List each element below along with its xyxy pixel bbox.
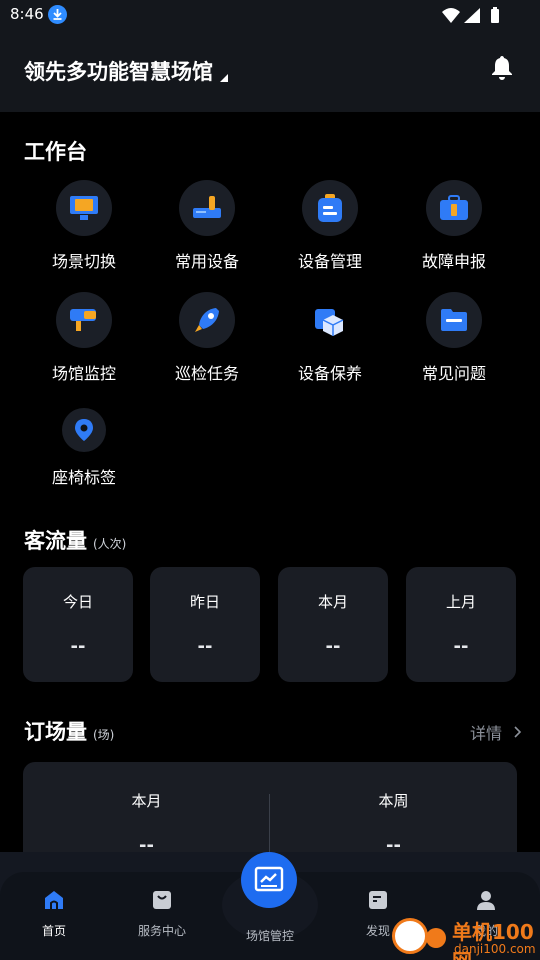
status-time: 8:46 (10, 5, 44, 23)
card-value: -- (453, 636, 469, 657)
maintenance-cube-icon (302, 292, 358, 348)
tool-label: 设备保养 (297, 364, 362, 383)
watermark-dot-icon (426, 928, 446, 948)
status-icons (440, 6, 510, 28)
tool-label: 常用设备 (174, 252, 239, 271)
traffic-card-today[interactable]: 今日 -- (23, 567, 133, 682)
tool-faq[interactable]: 常见问题 (399, 292, 509, 384)
card-value: -- (325, 636, 341, 657)
tool-label: 故障申报 (421, 252, 486, 271)
tool-label: 巡检任务 (174, 364, 239, 383)
bookings-this-month[interactable]: 本月 -- (23, 762, 270, 856)
scene-switch-icon (56, 180, 112, 236)
download-icon (48, 5, 67, 24)
inspection-rocket-icon (179, 292, 235, 348)
signal-icon (464, 8, 480, 23)
card-label: 昨日 (189, 593, 220, 611)
card-value: -- (70, 636, 86, 657)
traffic-unit: (人次) (93, 537, 127, 551)
wifi-icon (442, 8, 460, 23)
tool-label: 场景切换 (51, 252, 116, 271)
bag-icon (153, 891, 171, 909)
home-icon (45, 891, 63, 909)
traffic-card-last-month[interactable]: 上月 -- (406, 567, 516, 682)
bookings-title: 订场量 (场) (24, 716, 114, 746)
faq-folder-icon (426, 292, 482, 348)
watermark-url: danji100.com (454, 942, 536, 956)
tab-label: 场馆管控 (245, 929, 294, 943)
tab-label: 服务中心 (137, 924, 186, 938)
device-manage-icon (302, 180, 358, 236)
seat-pin-icon (62, 408, 106, 452)
status-bar: 8:46 (0, 0, 540, 30)
detail-label: 详情 (470, 724, 503, 743)
watermark-logo: 单机100网 danji100.com (392, 912, 540, 960)
profile-icon (477, 891, 495, 910)
tool-maintenance[interactable]: 设备保养 (275, 292, 385, 384)
card-label: 本月 (131, 792, 162, 810)
chevron-right-icon (514, 726, 522, 738)
traffic-card-this-month[interactable]: 本月 -- (278, 567, 388, 682)
venue-selector[interactable]: 领先多功能智慧场馆 (24, 56, 213, 86)
tab-label: 首页 (41, 924, 66, 938)
card-label: 今日 (62, 593, 93, 611)
venue-dropdown-caret-icon[interactable] (220, 74, 228, 82)
monitor-camera-icon (56, 292, 112, 348)
workbench-title: 工作台 (24, 140, 87, 164)
tab-service-center[interactable]: 服务中心 (108, 888, 216, 939)
card-label: 上月 (445, 593, 476, 611)
tool-common-device[interactable]: 常用设备 (152, 180, 262, 272)
bookings-this-week[interactable]: 本周 -- (270, 762, 517, 856)
venue-control-icon (254, 866, 284, 892)
bookings-detail-link[interactable]: 详情 (470, 720, 523, 744)
bookings-title-text: 订场量 (24, 720, 87, 744)
card-label: 本月 (317, 593, 348, 611)
common-device-icon (179, 180, 235, 236)
tool-inspection[interactable]: 巡检任务 (152, 292, 262, 384)
card-value: -- (197, 636, 213, 657)
tool-label: 座椅标签 (51, 468, 116, 487)
traffic-title: 客流量 (人次) (24, 525, 126, 555)
app-header: 领先多功能智慧场馆 (0, 30, 540, 112)
fault-report-icon (426, 180, 482, 236)
tool-fault-report[interactable]: 故障申报 (399, 180, 509, 272)
tab-home[interactable]: 首页 (0, 888, 108, 939)
traffic-card-yesterday[interactable]: 昨日 -- (150, 567, 260, 682)
discover-icon (369, 891, 387, 909)
battery-icon (491, 7, 499, 23)
tool-seat-tag[interactable]: 座椅标签 (29, 402, 139, 488)
tool-label: 常见问题 (421, 364, 486, 383)
watermark-plus-icon (392, 918, 428, 954)
tool-scene-switch[interactable]: 场景切换 (29, 180, 139, 272)
tool-label: 设备管理 (297, 252, 362, 271)
tab-venue-control[interactable] (241, 852, 297, 908)
traffic-title-text: 客流量 (24, 529, 87, 553)
tool-device-manage[interactable]: 设备管理 (275, 180, 385, 272)
bookings-unit: (场) (93, 728, 115, 742)
card-label: 本周 (378, 792, 409, 810)
tool-label: 场馆监控 (51, 364, 116, 383)
bell-icon[interactable] (489, 54, 515, 84)
tool-monitor[interactable]: 场馆监控 (29, 292, 139, 384)
